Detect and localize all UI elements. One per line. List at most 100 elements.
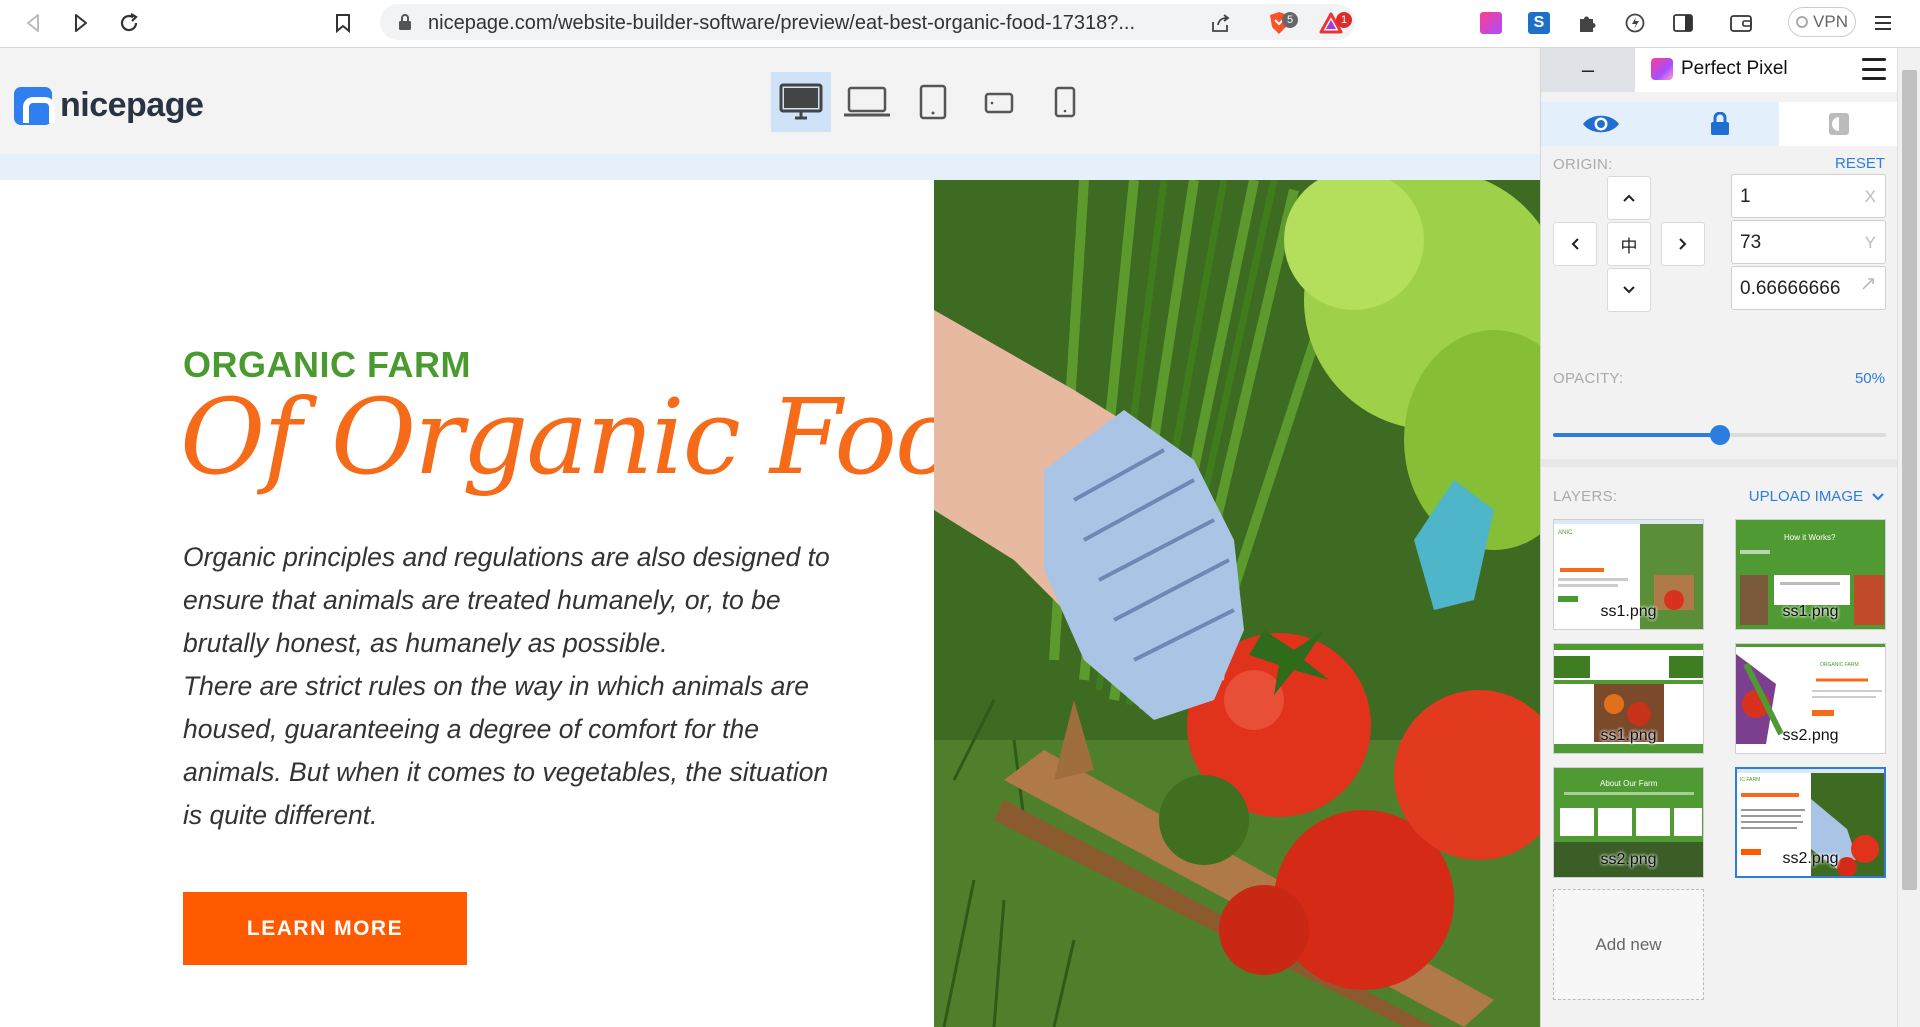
extension-s-icon[interactable]: S <box>1524 8 1554 38</box>
svg-text:About Our Farm: About Our Farm <box>1600 779 1658 788</box>
phone-view-button[interactable] <box>1035 72 1095 132</box>
move-right-button[interactable] <box>1661 222 1705 266</box>
vpn-button[interactable]: VPN <box>1788 7 1856 37</box>
layer-name: ss2.png <box>1600 851 1657 868</box>
reset-button[interactable]: RESET <box>1835 155 1885 172</box>
tablet-view-button[interactable] <box>903 72 963 132</box>
extension-gradient-icon[interactable] <box>1476 8 1506 38</box>
layer-name: ss1.png <box>1600 603 1657 620</box>
svg-text:ORGANIC FARM: ORGANIC FARM <box>1820 662 1859 668</box>
website-preview: ORGANIC FARM Of Organic Food Organic pri… <box>0 180 1540 1027</box>
svg-text:IC FARM: IC FARM <box>1740 777 1760 783</box>
bookmark-icon[interactable] <box>328 8 358 38</box>
invert-toggle[interactable] <box>1779 102 1898 146</box>
chevron-down-icon <box>1623 286 1635 294</box>
browser-toolbar: nicepage.com/website-builder-software/pr… <box>0 0 1920 48</box>
lock-icon <box>398 13 412 36</box>
browser-menu-icon[interactable] <box>1868 8 1898 38</box>
visibility-toggle[interactable] <box>1541 102 1660 146</box>
learn-more-button[interactable]: LEARN MORE <box>183 892 467 965</box>
layer-thumbnail[interactable]: ANIC ss1.png <box>1553 519 1704 630</box>
paragraph-line: animals. But when it comes to vegetables… <box>183 757 829 787</box>
panel-title: Perfect Pixel <box>1651 58 1788 80</box>
layer-thumbnail[interactable]: ORGANIC FARM ss2.png <box>1735 643 1886 754</box>
brave-rewards-icon[interactable]: 1 <box>1316 8 1352 38</box>
layer-name: ss2.png <box>1782 850 1839 867</box>
upload-image-button[interactable]: UPLOAD IMAGE <box>1749 488 1885 505</box>
opacity-label: OPACITY: <box>1553 370 1624 387</box>
panel-header: – Perfect Pixel <box>1541 48 1898 92</box>
laptop-icon <box>844 86 890 117</box>
minimize-button[interactable]: – <box>1541 48 1635 92</box>
desktop-icon <box>779 83 823 120</box>
wallet-icon[interactable] <box>1726 8 1756 38</box>
rewards-badge: 1 <box>1336 12 1352 28</box>
center-button[interactable]: 中 <box>1607 222 1651 266</box>
panel-menu-icon[interactable] <box>1862 58 1886 80</box>
origin-x-input[interactable] <box>1740 183 1858 211</box>
chevron-up-icon <box>1623 194 1635 202</box>
x-suffix: X <box>1864 187 1876 206</box>
layer-name: ss2.png <box>1782 727 1839 744</box>
back-icon[interactable] <box>16 6 50 40</box>
layer-thumbnail[interactable]: ss1.png <box>1553 643 1704 754</box>
section-paragraph: Organic principles and regulations are a… <box>183 536 855 837</box>
lock-icon <box>1710 112 1729 135</box>
panel-title-text: Perfect Pixel <box>1681 58 1788 79</box>
paragraph-line: brutally honest, as humanely as possible… <box>183 628 668 658</box>
perfect-pixel-panel: – Perfect Pixel ORIGIN: RESET 中 X <box>1540 48 1898 1027</box>
section-title: Of Organic Food <box>180 376 1022 498</box>
vpn-status-icon <box>1796 16 1809 28</box>
panel-divider <box>1541 459 1898 467</box>
sidebar-toggle-icon[interactable] <box>1668 8 1698 38</box>
laptop-view-button[interactable] <box>837 72 897 132</box>
url-text: nicepage.com/website-builder-software/pr… <box>428 12 1136 34</box>
y-suffix: Y <box>1864 233 1876 252</box>
origin-label: ORIGIN: <box>1553 156 1613 173</box>
scale-input[interactable] <box>1740 275 1858 303</box>
reload-icon[interactable] <box>112 6 146 40</box>
scale-field <box>1731 266 1886 310</box>
layer-thumbnail[interactable]: About Our Farm ss2.png <box>1553 767 1704 878</box>
opacity-slider-thumb[interactable] <box>1709 425 1730 445</box>
share-icon[interactable] <box>1206 8 1236 38</box>
origin-x-field: X <box>1731 174 1886 218</box>
opacity-slider-fill <box>1553 433 1720 437</box>
layer-thumbnail[interactable]: IC FARM ss2.png <box>1735 767 1886 878</box>
move-up-button[interactable] <box>1607 176 1651 220</box>
tablet-icon <box>919 84 947 120</box>
panel-scrollbar[interactable] <box>1897 48 1920 1027</box>
tablet-landscape-view-button[interactable] <box>969 72 1029 132</box>
extensions-puzzle-icon[interactable] <box>1572 8 1602 38</box>
svg-text:ANIC: ANIC <box>1558 530 1573 536</box>
move-left-button[interactable] <box>1553 222 1597 266</box>
layer-name: ss1.png <box>1600 727 1657 744</box>
nicepage-logo-icon <box>14 86 55 125</box>
panel-mode-tabs <box>1541 102 1898 146</box>
nicepage-logo[interactable]: nicepage <box>14 86 204 125</box>
vpn-label: VPN <box>1813 12 1848 31</box>
layer-name: ss1.png <box>1782 603 1839 620</box>
paragraph-line: There are strict rules on the way in whi… <box>183 671 809 701</box>
shields-badge: 5 <box>1282 12 1298 28</box>
layer-thumbnail[interactable]: How it Works? ss1.png <box>1735 519 1886 630</box>
leo-ai-icon[interactable] <box>1620 8 1650 38</box>
paragraph-line: Organic principles and regulations are a… <box>183 542 830 572</box>
chevron-left-icon <box>1571 238 1579 250</box>
forward-icon[interactable] <box>64 6 98 40</box>
eye-icon <box>1582 115 1619 133</box>
phone-icon <box>1054 86 1076 118</box>
brave-shields-icon[interactable]: 5 <box>1264 8 1298 38</box>
paragraph-line: ensure that animals are treated humanely… <box>183 585 781 615</box>
opacity-slider[interactable] <box>1553 425 1886 445</box>
tablet-landscape-icon <box>984 92 1014 114</box>
invert-colors-icon <box>1828 113 1849 135</box>
origin-y-input[interactable] <box>1740 229 1858 257</box>
desktop-view-button[interactable] <box>771 72 831 132</box>
lock-toggle[interactable] <box>1660 102 1779 146</box>
opacity-value: 50% <box>1854 370 1885 387</box>
scrollbar-thumb[interactable] <box>1902 70 1917 890</box>
add-new-layer-button[interactable]: Add new <box>1553 889 1704 1000</box>
paragraph-line: housed, guaranteeing a degree of comfort… <box>183 714 760 744</box>
move-down-button[interactable] <box>1607 268 1651 312</box>
